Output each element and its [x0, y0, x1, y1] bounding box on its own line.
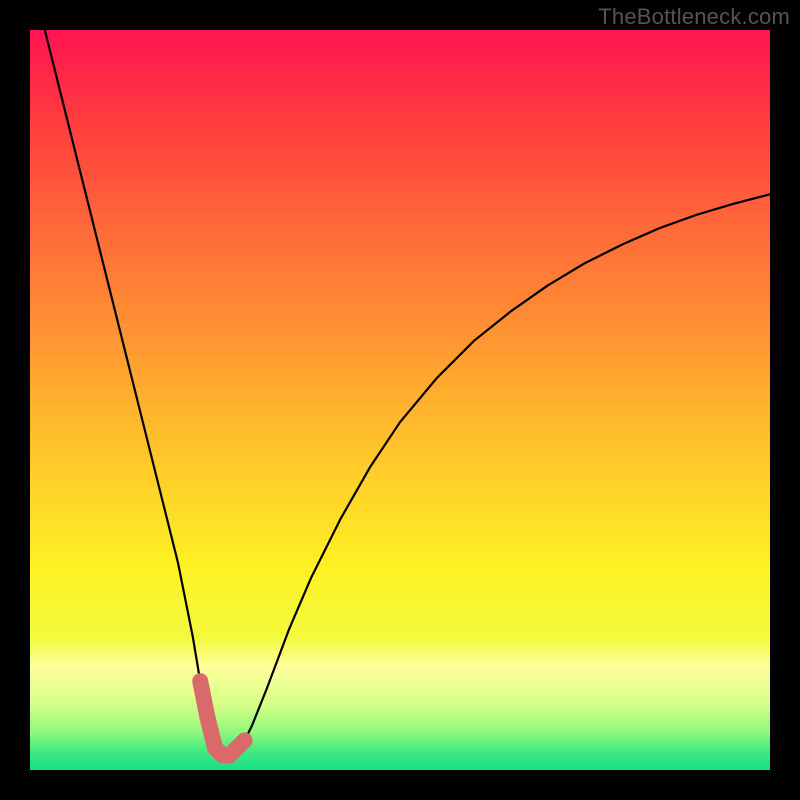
chart-frame: TheBottleneck.com — [0, 0, 800, 800]
chart-svg — [30, 30, 770, 770]
gradient-background — [30, 30, 770, 770]
watermark-text: TheBottleneck.com — [598, 4, 790, 30]
plot-area — [30, 30, 770, 770]
